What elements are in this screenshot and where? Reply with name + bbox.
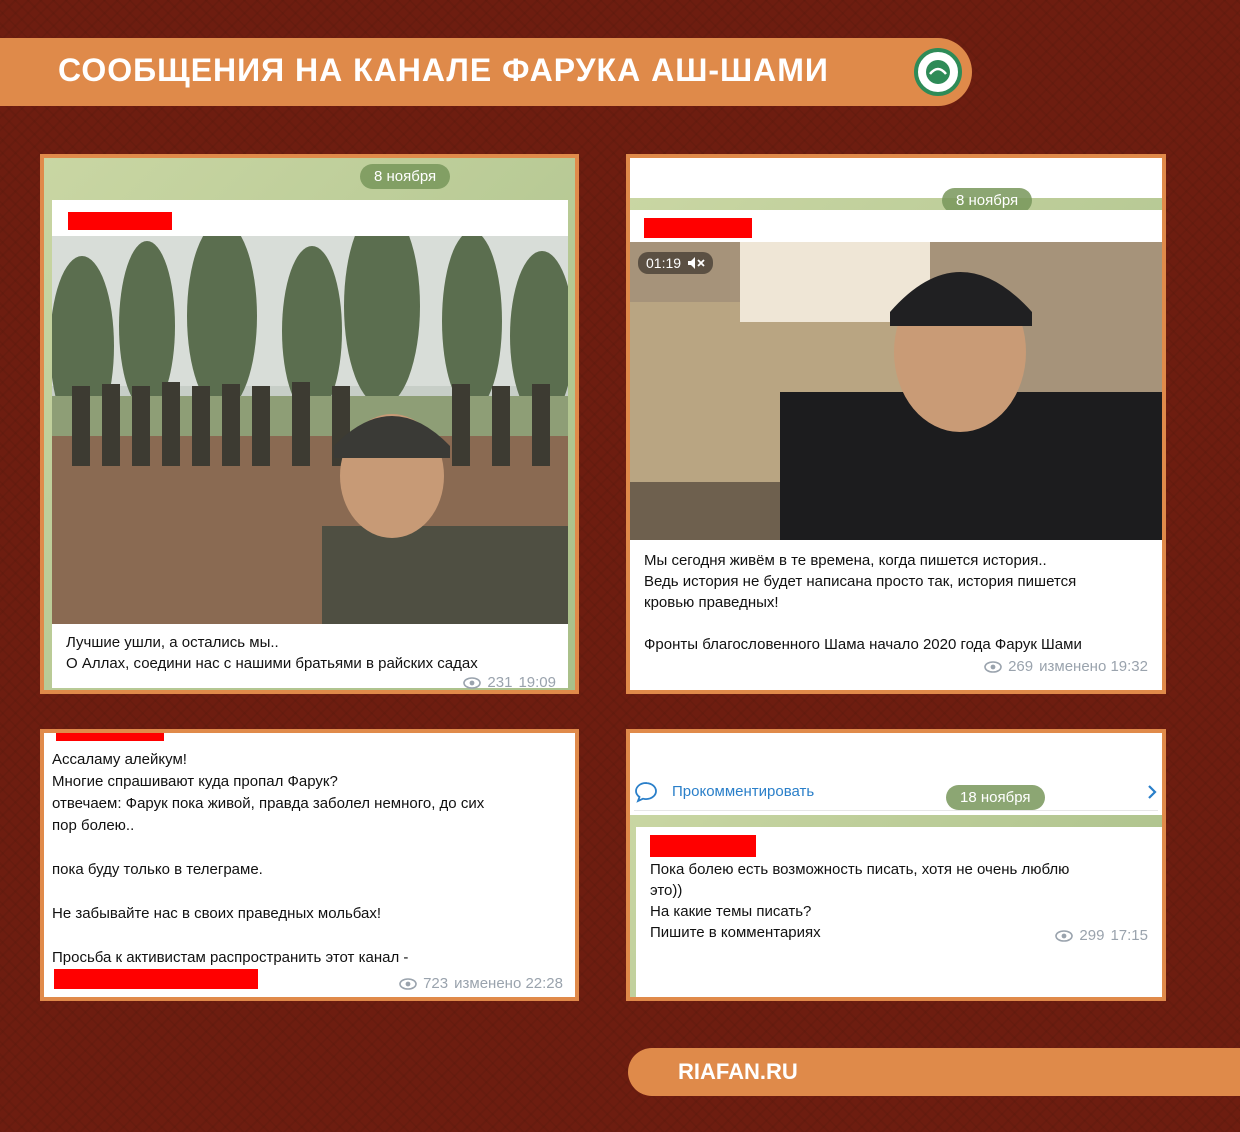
- redacted-channel-link: [54, 969, 258, 989]
- speech-bubble-icon: [635, 781, 657, 803]
- video-frame[interactable]: 01:19: [630, 242, 1162, 540]
- video-duration: 01:19: [646, 255, 682, 271]
- post-card-1: 8 ноября Лучшие ушли, а остались мы.. О …: [40, 154, 579, 694]
- date-pill: 18 ноября: [946, 785, 1045, 810]
- redacted-channel-name: [68, 212, 172, 230]
- date-pill: 8 ноября: [360, 164, 451, 189]
- redacted-channel-name: [56, 733, 164, 741]
- views-eye-icon: [399, 977, 417, 990]
- header-banner: СООБЩЕНИЯ НА КАНАЛЕ ФАРУКА АШ-ШАМИ: [0, 38, 972, 106]
- muted-speaker-icon[interactable]: [687, 256, 705, 270]
- post-time: 19:09: [518, 674, 556, 691]
- riafan-logo-icon: [914, 48, 962, 96]
- view-count: 723: [423, 975, 449, 992]
- post-time: 17:15: [1110, 927, 1148, 944]
- post-caption: Ассаламу алейкум! Многие спрашивают куда…: [52, 751, 485, 966]
- video-duration-badge: 01:19: [638, 252, 714, 274]
- message-bubble: Лучшие ушли, а остались мы.. О Аллах, со…: [52, 200, 568, 691]
- view-count: 299: [1079, 927, 1105, 944]
- post-card-2: 8 ноября 01:19 Мы сегодня живём в те вре…: [626, 154, 1166, 694]
- message-bubble: 01:19 Мы сегодня живём в те времена, ког…: [630, 210, 1162, 690]
- chevron-right-icon[interactable]: [1146, 784, 1158, 800]
- post-card-4: Прокомментировать 18 ноября Пока болею е…: [626, 729, 1166, 1001]
- post-caption: Лучшие ушли, а остались мы.. О Аллах, со…: [66, 634, 478, 672]
- post-meta: 299 17:15: [1055, 927, 1148, 944]
- views-eye-icon: [1055, 929, 1074, 942]
- views-eye-icon: [463, 676, 482, 689]
- post-meta: 723 изменено 22:28: [399, 975, 563, 992]
- post-time: изменено 22:28: [454, 975, 563, 992]
- views-eye-icon: [984, 660, 1002, 673]
- view-count: 231: [487, 674, 513, 691]
- footer-banner: RIAFAN.RU: [628, 1048, 1240, 1096]
- site-label[interactable]: RIAFAN.RU: [678, 1059, 798, 1085]
- message-bubble: Пока болею есть возможность писать, хотя…: [636, 827, 1162, 997]
- post-card-3: Ассаламу алейкум! Многие спрашивают куда…: [40, 729, 579, 1001]
- redacted-channel-name: [644, 218, 752, 238]
- view-count: 269: [1008, 658, 1034, 675]
- post-photo[interactable]: [52, 236, 568, 624]
- post-time: изменено 19:32: [1039, 658, 1148, 675]
- comment-button[interactable]: Прокомментировать: [634, 773, 1158, 811]
- page-title: СООБЩЕНИЯ НА КАНАЛЕ ФАРУКА АШ-ШАМИ: [58, 52, 829, 88]
- post-caption: Мы сегодня живём в те времена, когда пиш…: [644, 552, 1082, 653]
- post-meta: 269 изменено 19:32: [984, 658, 1148, 675]
- post-meta: 231 19:09: [463, 674, 556, 691]
- redacted-channel-name: [650, 835, 756, 857]
- comment-label: Прокомментировать: [672, 783, 815, 800]
